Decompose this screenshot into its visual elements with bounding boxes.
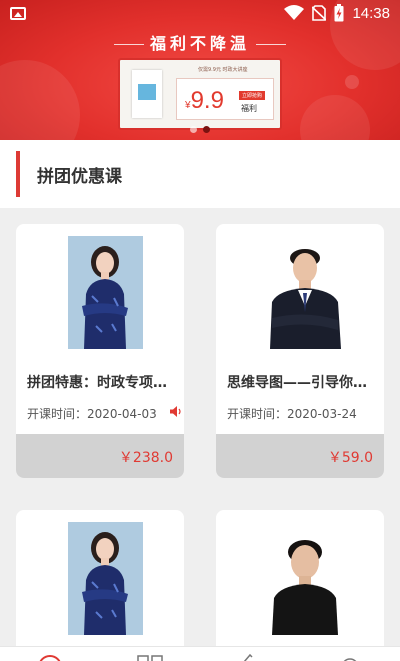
banner-decoration [0,60,80,140]
title-divider [113,44,144,45]
course-card[interactable]: 拼团特惠：时政专项… 开课时间：2020-04-03 ￥238.0 [16,224,184,478]
price-bar: ￥59.0 [216,434,384,478]
carousel-dot-active[interactable] [203,126,210,133]
edit-icon [243,653,253,661]
category-icon [137,655,149,661]
bottom-nav-icons [39,653,357,661]
teacher-woman-photo [68,236,143,349]
banner-decoration [345,75,359,89]
status-bar: 14:38 [0,0,400,26]
teacher-young-man-photo [268,522,343,635]
carousel-dot[interactable] [190,126,197,133]
ad-subtitle: 仅需9.9元 时政大讲座 [198,67,248,73]
course-card[interactable] [16,510,184,661]
section-header: 拼团优惠课 [0,140,400,208]
title-divider [256,44,286,45]
course-title: 拼团特惠：时政专项… [27,375,167,391]
course-price: ￥238.0 [118,450,173,466]
ad-tag: 立即抢购 [239,91,266,100]
no-sim-icon [312,5,327,21]
course-card[interactable]: 思维导图——引导你… 开课时间：2020-03-24 ￥59.0 [216,224,384,478]
promo-banner[interactable]: 14:38 福利不降温 仅需9.9元 时政大讲座 ¥9.9 立即抢购 福利 [0,0,400,140]
clock: 14:38 [352,4,390,22]
banner-title-text: 福利不降温 [149,34,250,53]
banner-decoration [300,95,370,140]
promo-ad-card: 仅需9.9元 时政大讲座 ¥9.9 立即抢购 福利 [118,58,282,130]
section-accent-bar [16,151,20,197]
banner-title: 福利不降温 [0,30,400,54]
ad-price: ¥9.9 [185,87,224,115]
book-cover-image [132,70,162,118]
course-title: 思维导图——引导你… [227,375,367,391]
battery-charging-icon [334,4,344,22]
ad-price-value: 9.9 [190,87,224,114]
ad-price-box: ¥9.9 立即抢购 福利 [176,78,274,120]
course-card[interactable] [216,510,384,661]
speaker-icon [170,406,181,417]
course-start-date: 开课时间：2020-03-24 [227,407,357,421]
course-price: ￥59.0 [327,450,373,466]
home-icon [39,655,61,661]
ad-sign: 福利 [241,104,257,113]
teacher-woman-photo [68,522,143,635]
bottom-navigation [0,646,400,661]
wifi-icon [284,5,305,20]
image-notification-icon [10,6,26,20]
course-start-date: 开课时间：2020-04-03 [27,407,157,421]
section-title: 拼团优惠课 [37,167,122,187]
carousel-indicator [190,126,210,133]
teacher-man-photo [268,236,343,349]
price-bar: ￥238.0 [16,434,184,478]
